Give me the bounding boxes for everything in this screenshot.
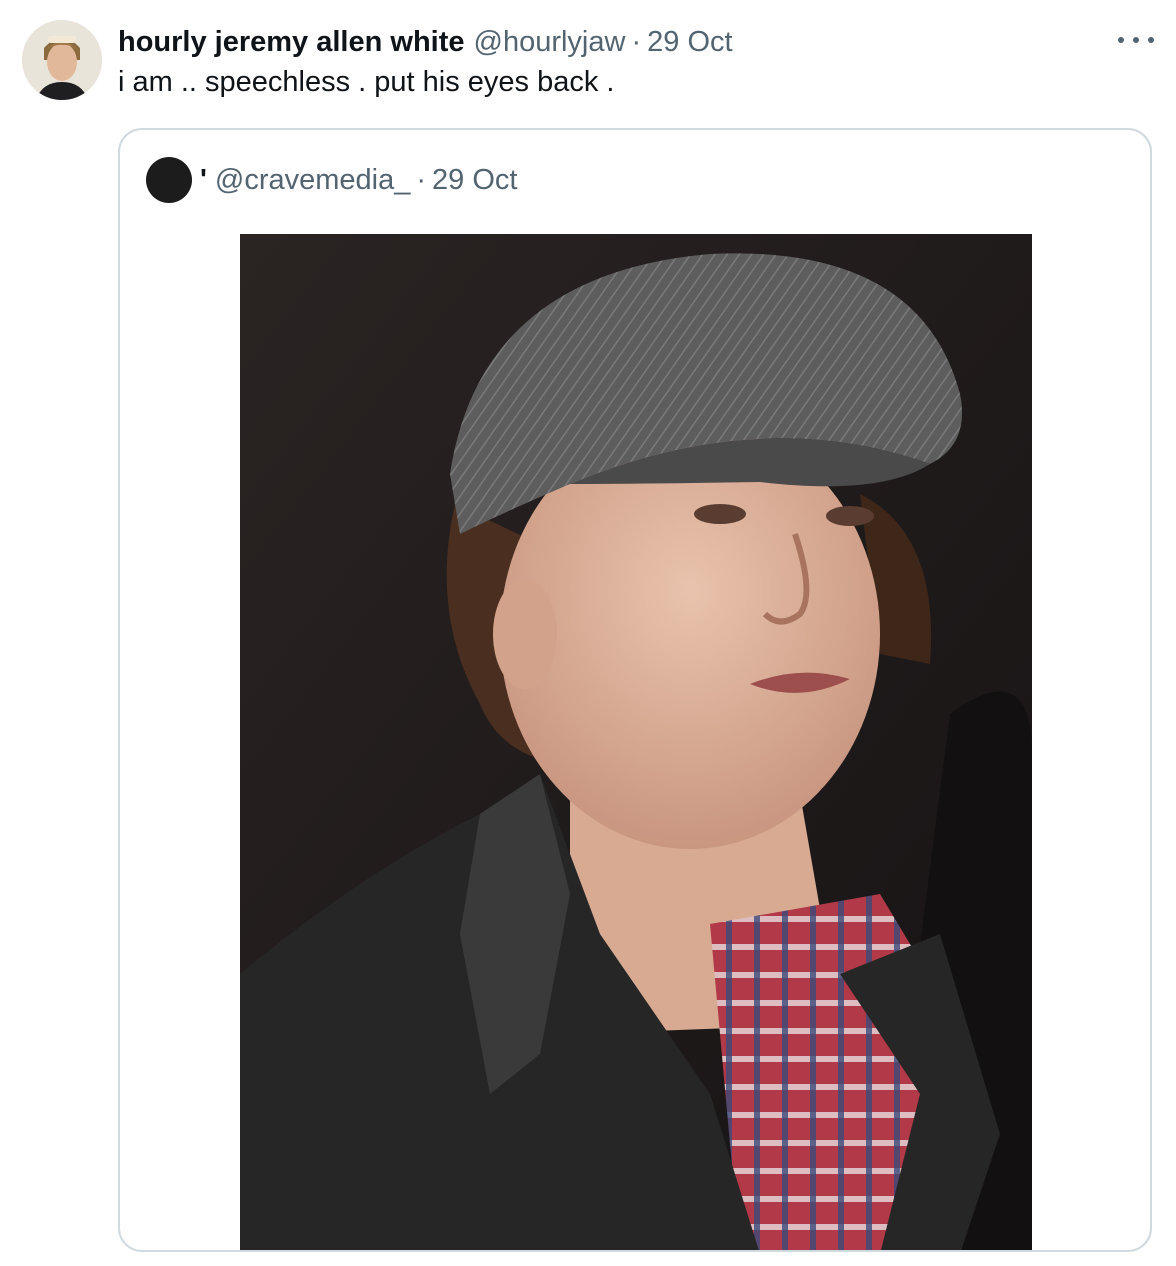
tweet[interactable]: hourly jeremy allen white @hourlyjaw · 2…: [0, 0, 1176, 1266]
tweet-text: i am .. speechless . put his eyes back .: [118, 66, 615, 98]
quoted-author-name[interactable]: ': [200, 164, 207, 197]
tweet-header: hourly jeremy allen white @hourlyjaw · 2…: [118, 22, 733, 62]
more-dot: [1118, 37, 1124, 43]
quoted-tweet-header: ' @cravemedia_ · 29 Oct: [200, 160, 517, 200]
more-dot: [1148, 37, 1154, 43]
more-horizontal-icon[interactable]: [1118, 28, 1154, 52]
quoted-author-avatar[interactable]: [146, 157, 192, 203]
author-handle[interactable]: @hourlyjaw: [474, 26, 626, 59]
tweet-timestamp[interactable]: 29 Oct: [647, 26, 732, 59]
author-name[interactable]: hourly jeremy allen white: [118, 26, 465, 59]
quoted-author-handle[interactable]: @cravemedia_: [215, 164, 410, 197]
quoted-tweet-timestamp[interactable]: 29 Oct: [432, 164, 517, 197]
author-avatar[interactable]: [22, 20, 102, 100]
header-separator: ·: [631, 25, 642, 58]
quoted-tweet[interactable]: ' @cravemedia_ · 29 Oct: [118, 128, 1152, 1252]
quoted-tweet-photo[interactable]: [240, 234, 1032, 1250]
more-dot: [1133, 37, 1139, 43]
quoted-header-separator: ·: [416, 163, 427, 196]
